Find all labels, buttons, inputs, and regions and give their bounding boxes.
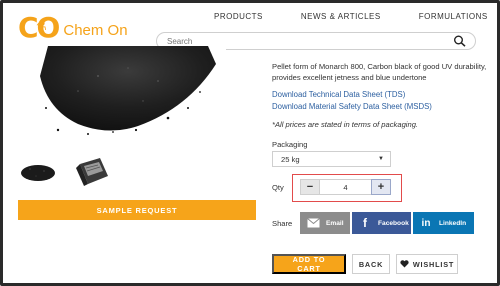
nav-news-articles[interactable]: NEWS & ARTICLES	[301, 12, 381, 21]
main-nav: PRODUCTS NEWS & ARTICLES FORMULATIONS	[214, 12, 488, 21]
product-description: Pellet form of Monarch 800, Carbon black…	[272, 62, 487, 82]
sample-request-button[interactable]: SAMPLE REQUEST	[18, 200, 256, 220]
add-to-cart-button[interactable]: ADD TO CART	[272, 254, 346, 274]
product-main-image	[18, 46, 226, 142]
qty-input[interactable]: 4	[320, 179, 371, 195]
qty-increment-button[interactable]: +	[371, 179, 391, 195]
share-facebook-button[interactable]: f Facebook	[352, 212, 411, 234]
share-email-label: Email	[326, 219, 344, 227]
heart-icon	[400, 260, 409, 268]
qty-decrement-button[interactable]: −	[300, 179, 320, 195]
share-label: Share	[272, 219, 293, 228]
back-button[interactable]: BACK	[352, 254, 390, 274]
thumbnail-bag[interactable]	[72, 154, 112, 190]
tds-download-link[interactable]: Download Technical Data Sheet (TDS)	[272, 90, 405, 99]
logo-name: Chem On	[63, 21, 128, 39]
page: CO ⚗ Chem On PRODUCTS NEWS & ARTICLES FOR…	[4, 4, 496, 282]
share-email-button[interactable]: Email	[300, 212, 350, 234]
packaging-select[interactable]: 25 kg ▼	[272, 151, 391, 167]
email-icon	[306, 216, 320, 230]
share-linkedin-button[interactable]: in LinkedIn	[413, 212, 474, 234]
thumbnail-pellets[interactable]	[18, 154, 58, 190]
linkedin-icon: in	[421, 217, 431, 229]
nav-products[interactable]: PRODUCTS	[214, 12, 263, 21]
logo-co: CO ⚗	[18, 10, 60, 44]
logo[interactable]: CO ⚗ Chem On	[18, 10, 128, 44]
nav-formulations[interactable]: FORMULATIONS	[419, 12, 488, 21]
share-linkedin-label: LinkedIn	[439, 219, 467, 227]
share-facebook-label: Facebook	[378, 219, 409, 227]
wishlist-label: WISHLIST	[412, 259, 455, 269]
search-input[interactable]	[165, 35, 449, 47]
flask-icon: ⚗	[36, 18, 47, 33]
search-icon[interactable]	[453, 35, 467, 47]
msds-download-link[interactable]: Download Material Safety Data Sheet (MSD…	[272, 102, 432, 111]
chevron-down-icon: ▼	[378, 156, 384, 162]
packaging-label: Packaging	[272, 140, 308, 149]
qty-label: Qty	[272, 183, 284, 192]
wishlist-button[interactable]: WISHLIST	[396, 254, 458, 274]
facebook-icon: f	[363, 216, 367, 230]
price-note: *All prices are stated in terms of packa…	[272, 120, 419, 129]
product-thumbnails	[18, 154, 112, 190]
packaging-value: 25 kg	[281, 154, 300, 164]
